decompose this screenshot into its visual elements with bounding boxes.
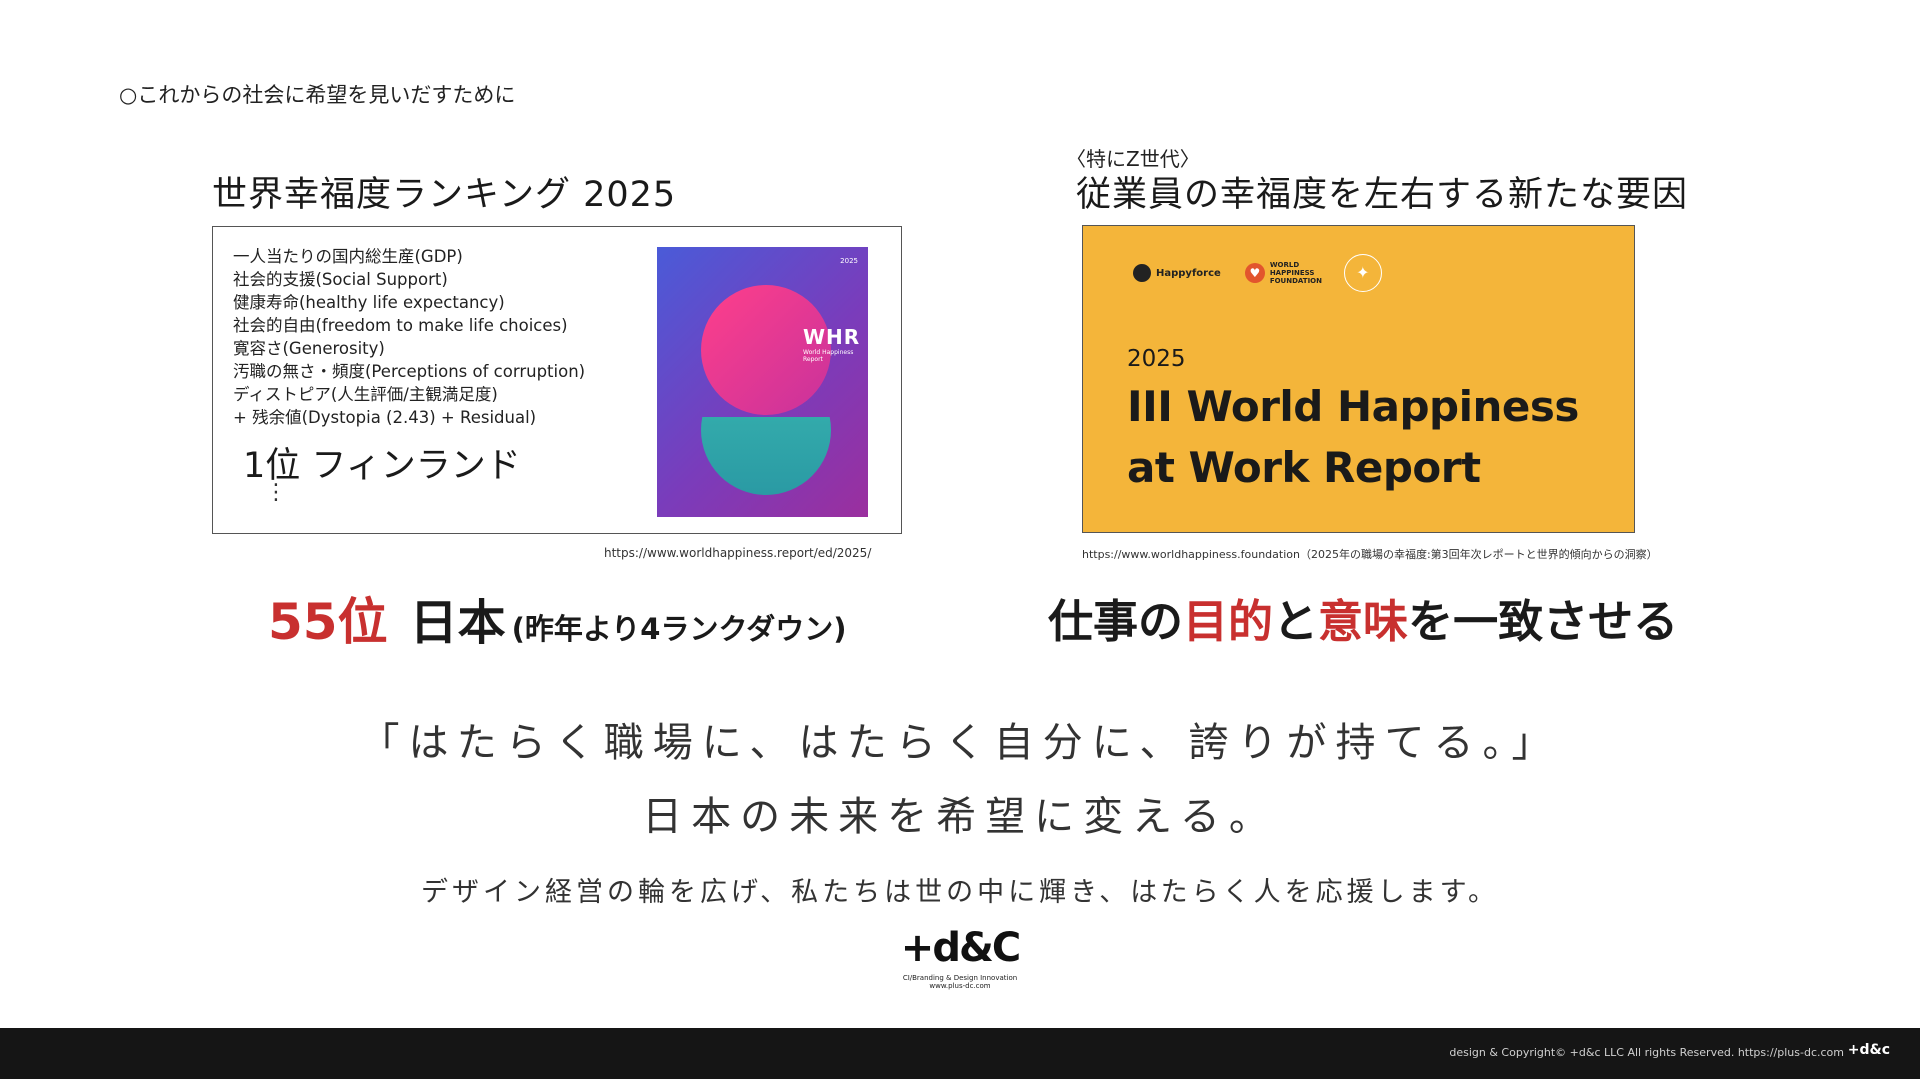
footer-copyright: design & Copyright© +d&c LLC All rights … — [1449, 1046, 1844, 1059]
factor-list: 一人当たりの国内総生産(GDP) 社会的支援(Social Support) 健… — [233, 245, 585, 429]
factor-item: 社会的支援(Social Support) — [233, 270, 448, 289]
slogan-line-2: 日本の未来を希望に変える。 — [642, 794, 1278, 840]
factor-item: 健康寿命(healthy life expectancy) — [233, 293, 505, 312]
factor-item: 寛容さ(Generosity) — [233, 339, 385, 358]
happyforce-logo: Happyforce — [1133, 264, 1221, 282]
japan-rank-line: 55位 日本 (昨年より4ランクダウン) — [268, 582, 847, 654]
slogan-line-1: 「はたらく職場に、はたらく自分に、誇りが持てる。」 — [359, 720, 1561, 766]
japan-rank: 55位 — [268, 593, 388, 651]
factors-title: 従業員の幸福度を左右する新たな要因 — [1076, 175, 1689, 215]
brand-logo: +d&C CI/Branding & Design Innovation www… — [900, 925, 1021, 990]
whr-cover-image: 2025 WHR World Happiness Report — [657, 247, 868, 517]
whf-url: https://www.worldhappiness.foundation（20… — [1082, 548, 1658, 561]
japan-name: 日本 — [409, 595, 506, 651]
purpose-meaning-line: 仕事の目的と意味を一致させる — [1048, 585, 1678, 650]
japan-rank-note: (昨年より4ランクダウン) — [511, 612, 847, 646]
ranking-box: 一人当たりの国内総生産(GDP) 社会的支援(Social Support) 健… — [212, 226, 902, 534]
purpose-word: 目的 — [1183, 595, 1274, 648]
vertical-ellipsis: ⋮ — [265, 480, 287, 505]
factor-item: 一人当たりの国内総生産(GDP) — [233, 247, 463, 266]
purpose-text-c: と — [1273, 595, 1319, 648]
heart-icon: ♥ — [1244, 263, 1265, 283]
purpose-text-a: 仕事の — [1048, 595, 1184, 648]
whr-logo: WHR — [803, 325, 861, 349]
brand-url: www.plus-dc.com — [929, 982, 991, 990]
ranking-title: 世界幸福度ランキング 2025 — [212, 175, 677, 215]
work-report-image: Happyforce ♥ WORLD HAPPINESS FOUNDATION … — [1082, 225, 1635, 533]
footer-bar: design & Copyright© +d&c LLC All rights … — [0, 1028, 1920, 1079]
slogan-line-3: デザイン経営の輪を広げ、私たちは世の中に輝き、はたらく人を応援します。 — [421, 877, 1499, 908]
meaning-word: 意味 — [1318, 595, 1409, 648]
purpose-text-e: を一致させる — [1408, 595, 1679, 648]
footer-logo: +d&c — [1847, 1042, 1890, 1058]
whr-url: https://www.worldhappiness.report/ed/202… — [604, 546, 872, 560]
factor-item: + 残余値(Dystopia (2.43) + Residual) — [233, 408, 537, 427]
factor-item: 汚職の無さ・頻度(Perceptions of corruption) — [233, 362, 586, 381]
whf-logo: ♥ WORLD HAPPINESS FOUNDATION — [1244, 261, 1322, 285]
happyforce-icon — [1133, 264, 1151, 282]
whr-subtitle: World Happiness Report — [803, 349, 854, 363]
brand-tagline: CI/Branding & Design Innovation — [902, 974, 1018, 982]
report-title: III World Happiness at Work Report — [1127, 382, 1579, 492]
cover-year: 2025 — [840, 257, 858, 265]
factor-item: 社会的自由(freedom to make life choices) — [233, 316, 568, 335]
page-heading: ○これからの社会に希望を見いだすために — [119, 83, 516, 107]
whf-label: WORLD HAPPINESS FOUNDATION — [1269, 261, 1322, 285]
happyforce-label: Happyforce — [1156, 267, 1221, 279]
report-year: 2025 — [1127, 346, 1186, 372]
university-seal-icon: ✦ — [1343, 254, 1382, 292]
report-logos: Happyforce ♥ WORLD HAPPINESS FOUNDATION … — [1133, 254, 1382, 292]
brand-mark: +d&C — [900, 925, 1021, 971]
factor-item: ディストピア(人生評価/主観満足度) — [233, 385, 498, 404]
